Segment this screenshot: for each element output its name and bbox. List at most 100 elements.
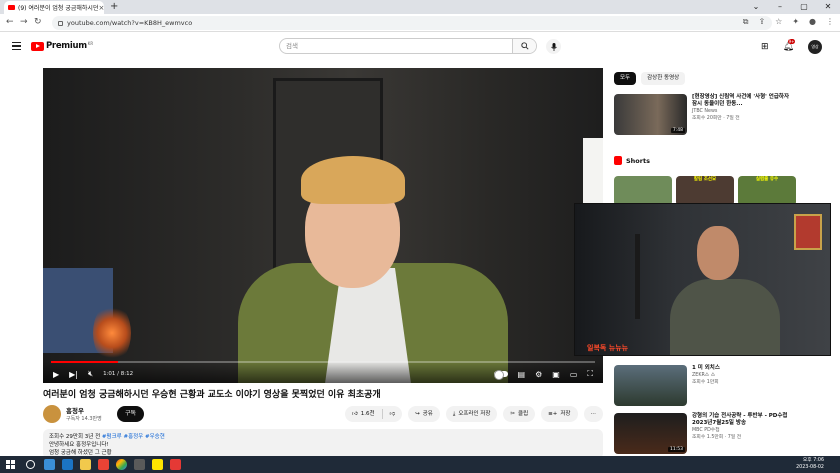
- maximize-icon[interactable]: ▢: [792, 0, 816, 14]
- search-button[interactable]: [512, 39, 536, 53]
- captions-icon[interactable]: ▤: [518, 370, 526, 379]
- region-code: KR: [87, 40, 94, 46]
- time-display: 1:01 / 8:12: [103, 371, 134, 377]
- description-box[interactable]: 조회수 29만회 3년 전 #펌크루 #홍정우 #우승현 안녕하세요 홍정우입니…: [43, 429, 603, 459]
- search-bar: 검색: [279, 38, 537, 54]
- video-thumbnail[interactable]: [614, 365, 687, 406]
- recommended-title: [현장영상] 신림역 사건에 '사형' 언급하자 잠시 동을이던 한동...: [692, 94, 790, 107]
- recommended-stats: 조회수 1.5만회 · 7일 전: [692, 435, 742, 440]
- microphone-icon: [550, 42, 557, 51]
- close-tab-icon[interactable]: ×: [98, 4, 104, 12]
- menu-dots-icon[interactable]: ⋮: [826, 17, 834, 27]
- dislike-button[interactable]: 👎︎: [383, 406, 403, 422]
- chrome-icon[interactable]: [116, 459, 127, 470]
- tab-title: (9) 여러분이 엄청 궁금해하시던: [18, 5, 99, 12]
- short-thumbnail[interactable]: 실렴출 유수: [738, 176, 796, 206]
- recommended-title: 강형의 기습 전사공략 - 투반부 - PD수첩 2023년7월25일 방송: [692, 413, 788, 426]
- hashtags[interactable]: #펌크루 #홍정우 #우승현: [102, 434, 165, 440]
- short-title: 실렴출 유수: [755, 177, 779, 182]
- bookmark-star-icon[interactable]: ☆: [775, 17, 782, 27]
- app-icon[interactable]: [134, 459, 145, 470]
- clock-time: 오후 7:06: [802, 458, 824, 463]
- notifications-bell-icon[interactable]: 🔔︎ 9+: [783, 39, 796, 52]
- video-duration: 11:53: [668, 447, 685, 452]
- share-button[interactable]: ↪ 공유: [408, 406, 440, 422]
- system-clock[interactable]: 오후 7:06 2023-08-02: [796, 457, 824, 471]
- youtube-premium-logo[interactable]: Premium KR: [31, 41, 93, 51]
- app-icon[interactable]: [170, 459, 181, 470]
- close-window-icon[interactable]: ✕: [816, 0, 840, 14]
- clip-button[interactable]: ✂ 클립: [503, 406, 536, 422]
- channel-avatar[interactable]: [43, 405, 61, 423]
- more-actions-button[interactable]: ⋯: [583, 406, 603, 422]
- subscribe-button[interactable]: 구독: [117, 406, 145, 422]
- app-icon[interactable]: [98, 459, 109, 470]
- video-title: 여러분이 엄청 궁금해하시던 우승현 근황과 교도소 이야기 영상을 못찍었던 …: [43, 390, 381, 400]
- back-icon[interactable]: ←: [6, 17, 14, 27]
- hamburger-menu-icon[interactable]: [12, 42, 21, 50]
- share-icon: ↪: [415, 411, 420, 417]
- like-dislike-group: 👍︎ 1.6천 👎︎: [344, 406, 403, 422]
- reload-icon[interactable]: ↻: [34, 17, 42, 27]
- offline-save-button[interactable]: ⤓ 오프라인 저장: [445, 406, 498, 422]
- shorts-header: Shorts: [614, 156, 650, 165]
- minimize-icon[interactable]: –: [768, 0, 792, 14]
- search-input[interactable]: 검색: [280, 39, 512, 53]
- extension-icon[interactable]: ⧉: [743, 17, 749, 27]
- profile-icon[interactable]: ●: [809, 17, 816, 27]
- edge-icon[interactable]: [62, 459, 73, 470]
- address-bar[interactable]: youtube.com/watch?v=KB8H_ewmvco: [52, 16, 772, 30]
- shorts-label: Shorts: [626, 156, 650, 165]
- filter-chips: 모두 감상한 동영상: [614, 72, 686, 85]
- subscriber-count: 구독자 14.3만명: [66, 416, 102, 422]
- clock-date: 2023-08-02: [796, 465, 824, 470]
- voice-search-button[interactable]: [546, 39, 561, 54]
- mute-icon[interactable]: 🔇︎: [88, 369, 93, 379]
- short-thumbnail[interactable]: 칼림 조선묘: [676, 176, 734, 206]
- file-explorer-icon[interactable]: [80, 459, 91, 470]
- url-text: youtube.com/watch?v=KB8H_ewmvco: [67, 19, 193, 27]
- autoplay-toggle[interactable]: [493, 370, 508, 380]
- forward-icon[interactable]: →: [20, 17, 28, 27]
- recommended-video[interactable]: 1 미 외치스 ZEKR스 스 조회수 1만회: [614, 365, 794, 406]
- video-duration: 7:48: [670, 128, 685, 133]
- tab-search-icon[interactable]: ⌄: [744, 0, 768, 14]
- notification-badge: 9+: [787, 39, 796, 44]
- share-page-icon[interactable]: ⇪: [758, 17, 765, 27]
- short-title: 칼림 조선묘: [693, 177, 717, 182]
- save-button[interactable]: ≡+ 저장: [541, 406, 578, 422]
- window-controls: ⌄ – ▢ ✕: [744, 0, 840, 14]
- extensions-icon[interactable]: ✦: [792, 17, 799, 27]
- settings-gear-icon[interactable]: ⚙: [535, 370, 542, 379]
- chip-all[interactable]: 모두: [614, 72, 637, 85]
- next-video-icon[interactable]: ▶|: [69, 370, 78, 379]
- kakaotalk-icon[interactable]: [152, 459, 163, 470]
- recommended-video[interactable]: 7:48 [현장영상] 신림역 사건에 '사형' 언급하자 잠시 동을이던 한동…: [614, 94, 794, 135]
- channel-row: 흥정우 구독자 14.3만명 구독 👍︎ 1.6천 👎︎ ↪ 공유 ⤓ 오프라인 저장…: [43, 404, 603, 424]
- play-icon[interactable]: ▶: [53, 370, 59, 379]
- account-avatar[interactable]: 영상: [808, 40, 822, 54]
- like-button[interactable]: 👍︎ 1.6천: [345, 406, 382, 422]
- share-label: 공유: [422, 411, 433, 417]
- channel-name[interactable]: 흥정우: [66, 405, 84, 415]
- video-frame-detail: [301, 156, 405, 204]
- windows-start-icon[interactable]: [6, 460, 15, 469]
- recommended-video[interactable]: 11:53 강형의 기습 전사공략 - 투반부 - PD수첩 2023년7월25…: [614, 413, 794, 454]
- browser-tab[interactable]: (9) 여러분이 엄청 궁금해하시던 ×: [4, 1, 104, 14]
- theater-mode-icon[interactable]: ▭: [570, 370, 578, 379]
- short-thumbnail[interactable]: [614, 176, 672, 206]
- create-video-icon[interactable]: ⊞: [761, 42, 769, 52]
- video-player[interactable]: ▶ ▶| 🔇︎ 1:01 / 8:12 ▤ ⚙ ▣ ▭ ⛶: [43, 68, 603, 383]
- new-tab-icon[interactable]: +: [110, 1, 118, 12]
- video-thumbnail[interactable]: 11:53: [614, 413, 687, 454]
- fullscreen-icon[interactable]: ⛶: [587, 369, 593, 379]
- recommended-stats: 조회수 20회만 · 7일 전: [692, 116, 740, 121]
- video-thumbnail[interactable]: 7:48: [614, 94, 687, 135]
- chip-watched[interactable]: 감상한 동영상: [641, 72, 686, 85]
- youtube-header: Premium KR 검색 ⊞ 🔔︎ 9+ 영상: [0, 32, 840, 62]
- webcam-caption: 일복독 뉴뉴뉴: [587, 344, 629, 352]
- taskbar-search-icon[interactable]: [26, 460, 35, 469]
- task-view-icon[interactable]: [44, 459, 55, 470]
- progress-bar[interactable]: [51, 361, 595, 363]
- miniplayer-icon[interactable]: ▣: [552, 370, 560, 379]
